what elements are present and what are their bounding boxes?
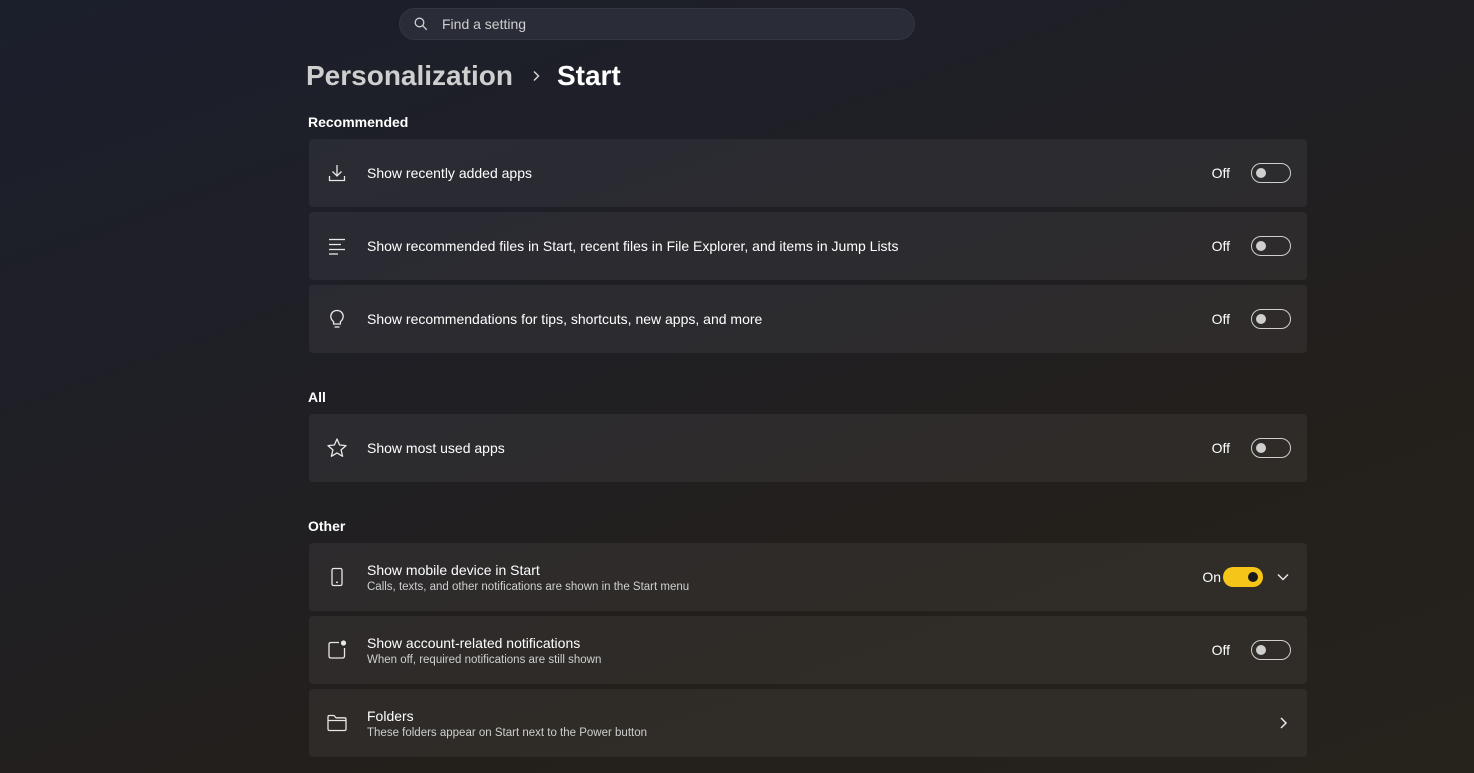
setting-label: Show recommended files in Start, recent …	[367, 238, 899, 254]
toggle-tips-recommendations[interactable]	[1251, 309, 1291, 329]
toggle-knob	[1256, 314, 1266, 324]
toggle-state-label: On	[1202, 569, 1221, 585]
toggle-state-label: Off	[1211, 238, 1230, 254]
toggle-mobile-device[interactable]	[1223, 567, 1263, 587]
folder-icon	[326, 712, 348, 734]
setting-tips-recommendations: Show recommendations for tips, shortcuts…	[309, 285, 1307, 353]
setting-text: Show recommendations for tips, shortcuts…	[367, 311, 762, 327]
toggle-knob	[1256, 168, 1266, 178]
toggle-most-used-apps[interactable]	[1251, 438, 1291, 458]
search-box[interactable]	[399, 8, 915, 40]
toggle-recently-added-apps[interactable]	[1251, 163, 1291, 183]
toggle-knob	[1256, 443, 1266, 453]
setting-recently-added-apps: Show recently added apps Off	[309, 139, 1307, 207]
search-input[interactable]	[440, 15, 884, 33]
setting-description: When off, required notifications are sti…	[367, 653, 602, 666]
toggle-knob	[1256, 645, 1266, 655]
section-title-recommended: Recommended	[308, 114, 409, 130]
star-icon	[326, 437, 348, 459]
breadcrumb-parent-link[interactable]: Personalization	[306, 60, 513, 92]
chevron-right-icon	[1275, 715, 1291, 731]
setting-mobile-device[interactable]: Show mobile device in Start Calls, texts…	[309, 543, 1307, 611]
section-title-all: All	[308, 389, 326, 405]
setting-text: Show mobile device in Start Calls, texts…	[367, 562, 689, 593]
setting-description: These folders appear on Start next to th…	[367, 726, 648, 739]
setting-text: Folders These folders appear on Start ne…	[367, 708, 647, 739]
lightbulb-icon	[326, 308, 348, 330]
toggle-knob	[1248, 572, 1258, 582]
setting-text: Show account-related notifications When …	[367, 635, 601, 666]
setting-recommended-files: Show recommended files in Start, recent …	[309, 212, 1307, 280]
setting-text: Show recently added apps	[367, 165, 532, 181]
setting-text: Show recommended files in Start, recent …	[367, 238, 898, 254]
chevron-right-icon	[531, 70, 541, 82]
toggle-recommended-files[interactable]	[1251, 236, 1291, 256]
toggle-state-label: Off	[1211, 440, 1230, 456]
setting-label: Show most used apps	[367, 440, 505, 456]
setting-label: Show recently added apps	[367, 165, 532, 181]
section-title-other: Other	[308, 518, 346, 534]
setting-label: Show recommendations for tips, shortcuts…	[367, 311, 763, 327]
phone-icon	[326, 566, 348, 588]
toggle-knob	[1256, 241, 1266, 251]
toggle-state-label: Off	[1211, 165, 1230, 181]
notification-badge-icon	[326, 639, 348, 661]
setting-label: Folders	[367, 707, 414, 724]
list-icon	[326, 235, 348, 257]
toggle-account-notifications[interactable]	[1251, 640, 1291, 660]
toggle-state-label: Off	[1211, 642, 1230, 658]
setting-account-notifications: Show account-related notifications When …	[309, 616, 1307, 684]
toggle-state-label: Off	[1211, 311, 1230, 327]
setting-folders[interactable]: Folders These folders appear on Start ne…	[309, 689, 1307, 757]
download-icon	[326, 162, 348, 184]
setting-most-used-apps: Show most used apps Off	[309, 414, 1307, 482]
page-title: Start	[556, 60, 621, 91]
search-icon	[414, 17, 428, 31]
setting-label: Show account-related notifications	[367, 634, 581, 651]
chevron-down-icon[interactable]	[1275, 569, 1291, 585]
setting-text: Show most used apps	[367, 440, 505, 456]
breadcrumb: Personalization Start	[306, 58, 621, 94]
setting-label: Show mobile device in Start	[367, 561, 540, 578]
setting-description: Calls, texts, and other notifications ar…	[367, 580, 690, 593]
